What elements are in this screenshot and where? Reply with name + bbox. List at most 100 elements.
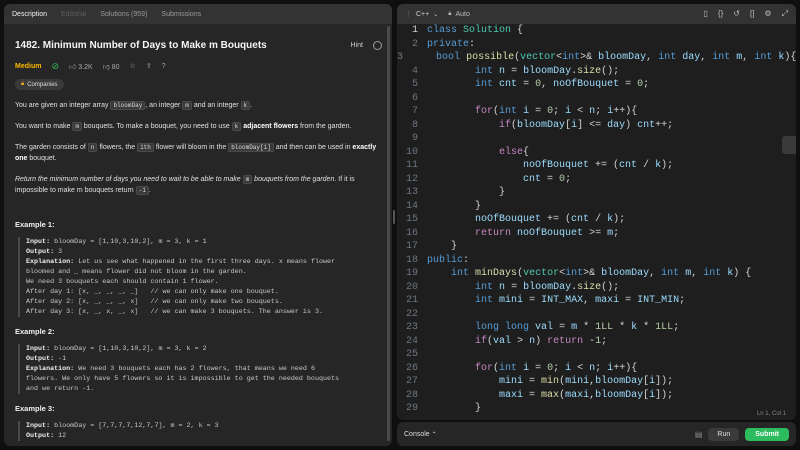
- line-number: 23: [405, 322, 418, 333]
- example-input: bloomDay = [7,7,7,7,12,7,7], m = 2, k = …: [54, 422, 219, 430]
- like-button[interactable]: 👍︎ 3.2K: [69, 62, 93, 71]
- hint-button[interactable]: Hint: [351, 42, 363, 49]
- console-toggle[interactable]: Console ⌃: [404, 431, 437, 438]
- like-count: 3.2K: [78, 63, 93, 71]
- more-options-icon[interactable]: [373, 40, 382, 50]
- line-number: 3: [397, 52, 404, 63]
- description-scrollbar[interactable]: [387, 26, 390, 441]
- explanation-line: After day 1: [x, _, _, _, _] // we can o…: [26, 288, 279, 296]
- side-toggle-button[interactable]: [782, 136, 796, 154]
- tab-submissions[interactable]: Submissions: [161, 11, 201, 18]
- auto-label: Auto: [455, 10, 470, 18]
- code-line: 1 class Solution {: [397, 24, 796, 38]
- explanation-line: After day 3: [x, _, x, _, x] // we can m…: [26, 308, 323, 316]
- chevron-up-icon: ⌃: [431, 431, 437, 438]
- auto-mode[interactable]: 🔒︎ Auto: [448, 11, 470, 18]
- text: .: [148, 187, 151, 194]
- fullscreen-icon[interactable]: ⤢: [782, 9, 788, 19]
- example-3-title: Example 3:: [15, 404, 55, 413]
- brackets-icon[interactable]: []: [750, 9, 754, 19]
- explanation-line: We need 3 bouquets each should contain 1…: [26, 278, 219, 286]
- panel-resize-handle[interactable]: [393, 210, 395, 224]
- line-number: 12: [405, 173, 418, 185]
- tab-description[interactable]: Description: [12, 11, 47, 18]
- description-paragraph-4: Return the minimum number of days you ne…: [15, 174, 382, 196]
- companies-button[interactable]: 🔒︎ Companies: [15, 79, 64, 90]
- text: .: [250, 102, 253, 109]
- line-number: 6: [411, 92, 418, 104]
- run-button[interactable]: Run: [708, 427, 740, 441]
- thumbs-down-icon: 👎︎: [102, 63, 110, 71]
- tab-solutions[interactable]: Solutions (959): [100, 11, 147, 18]
- code-line: 17 }: [397, 240, 796, 254]
- code-line: 21 int mini = INT_MAX, maxi = INT_MIN;: [397, 294, 796, 308]
- bold-text: adjacent flowers: [243, 123, 299, 130]
- line-number: 9: [411, 133, 418, 144]
- input-label: Input:: [26, 422, 51, 430]
- solved-check-icon: ⊘: [51, 60, 59, 71]
- input-label: Input:: [26, 345, 51, 353]
- code-line: 9: [397, 132, 796, 146]
- braces-icon[interactable]: {}: [718, 9, 723, 19]
- line-number: 14: [405, 200, 418, 212]
- line-number: 28: [405, 389, 418, 401]
- code-line: 26 for(int i = 0; i < n; i++){: [397, 362, 796, 376]
- line-number: 2: [411, 38, 418, 50]
- code-line: 28 maxi = max(maxi,bloomDay[i]);: [397, 389, 796, 403]
- explanation-line: bloomed and _ means flower did not bloom…: [26, 268, 247, 276]
- description-paragraph-2: You want to make m bouquets. To make a b…: [15, 121, 382, 132]
- reset-icon[interactable]: ↺: [733, 9, 740, 19]
- example-input: bloomDay = [1,10,3,10,2], m = 3, k = 2: [54, 345, 207, 353]
- code-line: 20 int n = bloomDay.size();: [397, 281, 796, 295]
- description-paragraph-3: The garden consists of n flowers, the it…: [15, 142, 382, 164]
- code-line: 10 else{: [397, 146, 796, 160]
- line-number: 21: [405, 295, 418, 306]
- submit-button[interactable]: Submit: [745, 427, 789, 441]
- dislike-count: 80: [111, 63, 120, 71]
- title-row: 1482. Minimum Number of Days to Make m B…: [15, 38, 382, 52]
- difficulty-badge: Medium: [15, 62, 42, 70]
- clipboard-icon[interactable]: ▤: [695, 430, 703, 439]
- inline-code: k: [240, 101, 251, 110]
- explanation-line: After day 2: [x, _, _, _, x] // we can o…: [26, 298, 283, 306]
- line-number: 26: [405, 362, 418, 374]
- inline-code: k: [231, 122, 242, 131]
- companies-label: Companies: [27, 81, 58, 88]
- share-icon[interactable]: ⇪: [146, 62, 152, 70]
- example-2-title: Example 2:: [15, 327, 55, 336]
- output-label: Output:: [26, 248, 55, 256]
- dislike-button[interactable]: 👎︎ 80: [103, 62, 120, 71]
- settings-icon[interactable]: ⚙: [764, 9, 771, 19]
- explanation-line: We need 3 bouquets each has 2 flowers, t…: [78, 365, 315, 373]
- code-line: 8 if(bloomDay[i] <= day) cnt++;: [397, 119, 796, 133]
- grip-icon: ⋮: [405, 11, 412, 18]
- inline-code: m: [182, 101, 192, 110]
- text: You want to make: [15, 123, 73, 130]
- hint-area: Hint: [351, 40, 382, 50]
- lock-icon: 🔒︎: [21, 81, 25, 87]
- inline-code: n: [87, 143, 98, 152]
- star-icon[interactable]: ☆: [130, 62, 136, 70]
- inline-code: m: [242, 175, 253, 184]
- line-number: 24: [405, 335, 418, 347]
- line-number: 27: [405, 376, 418, 387]
- code-line: 3 bool possible(vector<int>& bloomDay, i…: [397, 52, 796, 63]
- code-editor[interactable]: 1 class Solution { 2 private: 3 bool possi…: [397, 24, 796, 420]
- feedback-icon[interactable]: ?: [162, 63, 166, 70]
- example-2-block: Input: bloomDay = [1,10,3,10,2], m = 3, …: [18, 344, 382, 394]
- tab-editorial[interactable]: Editorial: [61, 11, 86, 18]
- bookmark-icon[interactable]: ▯: [704, 9, 708, 19]
- chevron-down-icon: ⌄: [433, 11, 439, 18]
- text: The garden consists of: [15, 144, 88, 151]
- language-select[interactable]: ⋮ C++ ⌄: [405, 10, 439, 19]
- code-line: 29 }: [397, 402, 796, 416]
- problem-panel: Description Editorial Solutions (959) Su…: [4, 4, 392, 446]
- code-line: 2 private:: [397, 38, 796, 52]
- line-number: 29: [405, 403, 418, 414]
- code-line: 13 }: [397, 186, 796, 200]
- line-number: 17: [405, 241, 418, 252]
- example-3-block: Input: bloomDay = [7,7,7,7,12,7,7], m = …: [18, 421, 382, 441]
- line-number: 10: [405, 146, 418, 158]
- code-line: 6: [397, 92, 796, 106]
- code-line: 27 mini = min(mini,bloomDay[i]);: [397, 375, 796, 389]
